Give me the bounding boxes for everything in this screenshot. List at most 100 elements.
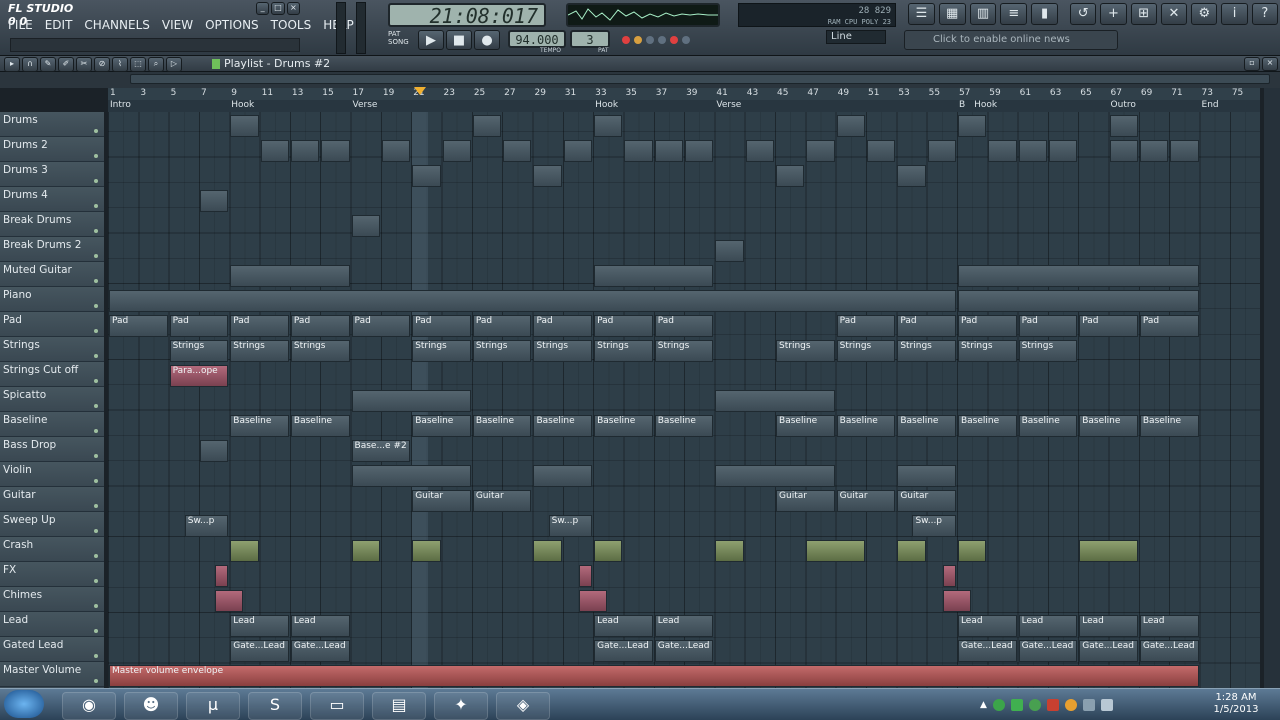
time-marker[interactable]: Intro — [110, 100, 131, 110]
fl-studio-icon[interactable]: ✦ — [434, 692, 488, 720]
pattern-clip[interactable] — [806, 140, 835, 162]
pattern-clip[interactable]: Pad — [472, 315, 532, 337]
pattern-clip[interactable]: Sw...p — [184, 515, 229, 537]
track-name[interactable]: Violin — [0, 462, 104, 487]
time-marker[interactable]: Outro — [1111, 100, 1136, 110]
pattern-clip[interactable] — [533, 165, 562, 187]
pattern-clip[interactable]: Strings — [169, 340, 229, 362]
pattern-clip[interactable]: Baseline — [594, 415, 653, 437]
pattern-clip[interactable]: Guitar — [897, 490, 956, 512]
slice-tool-icon[interactable]: ⌇ — [112, 57, 128, 72]
tempo-display[interactable]: 94.000 — [508, 30, 566, 48]
pattern-clip[interactable]: Pad — [836, 315, 896, 337]
track-name[interactable]: Piano — [0, 287, 104, 312]
pattern-clip[interactable]: Strings — [776, 340, 835, 362]
piano-roll-icon[interactable]: ▥ — [969, 3, 997, 25]
firefox-icon[interactable]: ◉ — [62, 692, 116, 720]
pattern-clip[interactable]: Gate...Lead — [1079, 640, 1138, 662]
pattern-clip[interactable]: Pad — [169, 315, 229, 337]
track-name[interactable]: Drums — [0, 112, 104, 137]
taskbar-clock[interactable]: 1:28 AM 1/5/2013 — [1198, 692, 1274, 718]
undo-icon[interactable]: ↺ — [1070, 3, 1097, 25]
track-name[interactable]: Spicatto — [0, 387, 104, 412]
master-pitch-slider[interactable] — [356, 2, 366, 54]
pattern-clip[interactable]: Pad — [290, 315, 350, 337]
pattern-clip[interactable] — [533, 465, 593, 487]
track-mute-icon[interactable] — [94, 354, 98, 358]
pattern-clip[interactable]: Baseline — [1079, 415, 1138, 437]
record-button[interactable]: ● — [474, 30, 500, 50]
info-icon[interactable]: i — [1221, 3, 1248, 25]
pattern-clip[interactable]: Pad — [351, 315, 411, 337]
pattern-clip[interactable]: Strings — [594, 340, 653, 362]
track-mute-icon[interactable] — [94, 379, 98, 383]
pattern-clip[interactable] — [1048, 140, 1078, 162]
pattern-clip[interactable]: Strings — [412, 340, 471, 362]
pattern-clip[interactable]: Baseline — [230, 415, 289, 437]
track-name[interactable]: Bass Drop — [0, 437, 104, 462]
track-name[interactable]: Lead — [0, 612, 104, 637]
pattern-clip[interactable]: Pad — [533, 315, 593, 337]
tray-network-icon[interactable] — [1028, 699, 1041, 711]
pattern-clip[interactable] — [351, 215, 380, 237]
pattern-clip[interactable]: Pad — [654, 315, 714, 337]
pattern-clip[interactable] — [578, 565, 593, 587]
track-name[interactable]: Crash — [0, 537, 104, 562]
track-mute-icon[interactable] — [94, 229, 98, 233]
pattern-clip[interactable] — [715, 465, 835, 487]
playlist-window-icon[interactable]: ☰ — [908, 3, 935, 25]
snap-select[interactable]: Line — [826, 30, 886, 44]
magnet-icon[interactable]: ∩ — [22, 57, 38, 72]
pattern-clip[interactable] — [594, 115, 623, 137]
time-marker[interactable]: Hook — [974, 100, 997, 110]
track-mute-icon[interactable] — [94, 654, 98, 658]
pattern-clip[interactable]: Gate...Lead — [1139, 640, 1199, 662]
pattern-clip[interactable] — [624, 140, 653, 162]
pattern-clip[interactable]: Lead — [1079, 615, 1138, 637]
pattern-clip[interactable]: Base...e #2 — [351, 440, 411, 462]
pattern-clip[interactable]: Lead — [1139, 615, 1199, 637]
pattern-clip[interactable] — [412, 165, 441, 187]
pattern-clip[interactable]: Strings — [957, 340, 1017, 362]
pattern-clip[interactable] — [215, 590, 244, 612]
pattern-clip[interactable] — [927, 140, 956, 162]
pattern-clip[interactable]: Pad — [412, 315, 471, 337]
mute-tool-icon[interactable]: ⊘ — [94, 57, 110, 72]
track-mute-icon[interactable] — [94, 404, 98, 408]
track-mute-icon[interactable] — [94, 254, 98, 258]
playlist-detach-icon[interactable]: ▫ — [1244, 57, 1260, 71]
track-mute-icon[interactable] — [94, 204, 98, 208]
track-mute-icon[interactable] — [94, 679, 98, 683]
time-marker[interactable]: Hook — [231, 100, 254, 110]
tools-icon[interactable]: ✕ — [1160, 3, 1188, 25]
horizontal-scrollbar[interactable] — [130, 74, 1270, 84]
pattern-clip[interactable] — [942, 590, 972, 612]
pattern-clip[interactable]: Para...ope — [169, 365, 229, 387]
pattern-clip[interactable]: Strings — [1018, 340, 1078, 362]
pattern-clip[interactable] — [578, 590, 608, 612]
pattern-clip[interactable]: Pad — [1139, 315, 1199, 337]
tray-play-icon[interactable] — [1010, 699, 1023, 711]
pattern-clip[interactable]: Baseline — [957, 415, 1017, 437]
pattern-clip[interactable] — [472, 115, 502, 137]
track-name[interactable]: Drums 3 — [0, 162, 104, 187]
pattern-clip[interactable] — [1170, 140, 1199, 162]
pattern-clip[interactable] — [745, 140, 775, 162]
pattern-clip[interactable] — [199, 440, 229, 462]
menu-item-channels[interactable]: CHANNELS — [84, 18, 149, 36]
pattern-clip[interactable]: Lead — [654, 615, 714, 637]
pattern-clip[interactable]: Pad — [1079, 315, 1138, 337]
pattern-clip[interactable]: Guitar — [412, 490, 471, 512]
menu-arrow-icon[interactable]: ▸ — [4, 57, 20, 72]
pattern-clip[interactable] — [230, 115, 259, 137]
pattern-clip[interactable] — [351, 465, 471, 487]
track-mute-icon[interactable] — [94, 279, 98, 283]
pattern-clip[interactable] — [260, 140, 289, 162]
pattern-clip[interactable] — [109, 290, 956, 312]
pattern-clip[interactable] — [230, 540, 259, 562]
pattern-clip[interactable] — [442, 140, 471, 162]
track-mute-icon[interactable] — [94, 179, 98, 183]
browser-icon[interactable]: ≡ — [1000, 3, 1028, 25]
select-tool-icon[interactable]: ⬚ — [130, 57, 146, 72]
pattern-clip[interactable]: Pad — [1018, 315, 1078, 337]
